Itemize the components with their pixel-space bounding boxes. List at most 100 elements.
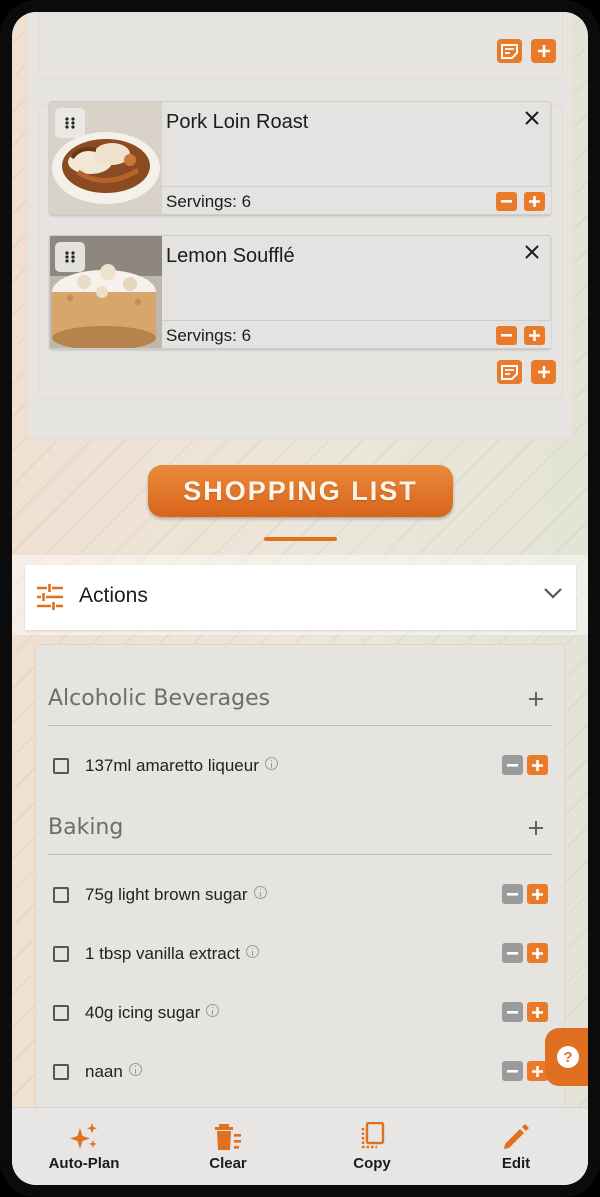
item-label[interactable]: 1 tbsp vanilla extract bbox=[85, 944, 259, 964]
item-label[interactable]: naan bbox=[85, 1062, 142, 1082]
item-label[interactable]: 75g light brown sugar bbox=[85, 885, 267, 905]
clear-button[interactable]: Clear bbox=[156, 1108, 300, 1185]
increase-quantity-button[interactable] bbox=[527, 1002, 548, 1022]
add-recipe-button[interactable] bbox=[531, 360, 556, 384]
increase-quantity-button[interactable] bbox=[527, 884, 548, 904]
close-icon bbox=[525, 245, 539, 259]
list-item: 75g light brown sugar bbox=[48, 881, 552, 911]
item-checkbox[interactable] bbox=[53, 1005, 69, 1021]
minus-icon bbox=[507, 763, 518, 767]
minus-icon bbox=[507, 892, 518, 896]
drag-handle[interactable] bbox=[55, 242, 85, 272]
decrease-quantity-button[interactable] bbox=[502, 1002, 523, 1022]
chevron-down-icon bbox=[544, 588, 562, 599]
item-checkbox[interactable] bbox=[53, 887, 69, 903]
decrease-servings-button[interactable] bbox=[496, 192, 517, 211]
minus-icon bbox=[501, 334, 512, 337]
help-button[interactable]: ? bbox=[545, 1028, 588, 1086]
add-note-button[interactable] bbox=[497, 360, 522, 384]
copy-button[interactable]: Copy bbox=[300, 1108, 444, 1185]
bottom-toolbar: Auto-Plan Clear Copy Edit bbox=[12, 1107, 588, 1185]
recipe-servings-bar: Servings: 6 bbox=[162, 186, 551, 214]
edit-button[interactable]: Edit bbox=[444, 1108, 588, 1185]
shopping-list-heading: SHOPPING LIST bbox=[183, 475, 418, 506]
increase-servings-button[interactable] bbox=[524, 192, 545, 211]
add-item-button[interactable] bbox=[526, 689, 546, 709]
recipe-card[interactable]: Pork Loin Roast Servings: 6 bbox=[49, 101, 551, 215]
banner-underline bbox=[264, 537, 337, 541]
recipe-title[interactable]: Lemon Soufflé bbox=[166, 245, 295, 268]
plus-icon bbox=[529, 821, 543, 835]
plus-icon bbox=[537, 45, 550, 57]
actions-label: Actions bbox=[79, 584, 148, 607]
shopping-list-panel: Alcoholic Beverages 137ml amaretto lique… bbox=[35, 644, 565, 1185]
drag-grip-icon bbox=[65, 117, 75, 129]
item-checkbox[interactable] bbox=[53, 758, 69, 774]
increase-servings-button[interactable] bbox=[524, 326, 545, 345]
actions-accordion[interactable]: Actions bbox=[25, 565, 576, 630]
copy-icon bbox=[361, 1122, 385, 1149]
increase-quantity-button[interactable] bbox=[527, 943, 548, 963]
nav-label: Edit bbox=[501, 1155, 531, 1172]
info-icon[interactable] bbox=[206, 1004, 220, 1017]
list-item: 1 tbsp vanilla extract bbox=[48, 940, 552, 970]
plus-icon bbox=[532, 888, 543, 900]
servings-label: Servings: 6 bbox=[166, 192, 252, 211]
plus-icon bbox=[529, 196, 540, 207]
minus-icon bbox=[501, 200, 512, 203]
device-frame: Pork Loin Roast Servings: 6 Lemon Souffl… bbox=[0, 0, 600, 1197]
info-icon[interactable] bbox=[245, 945, 259, 958]
plus-icon bbox=[529, 330, 540, 341]
increase-quantity-button[interactable] bbox=[527, 755, 548, 775]
add-note-button[interactable] bbox=[497, 39, 522, 63]
category-divider bbox=[48, 725, 552, 726]
trash-icon bbox=[215, 1124, 241, 1150]
decrease-quantity-button[interactable] bbox=[502, 884, 523, 904]
close-icon bbox=[525, 111, 539, 125]
drag-handle[interactable] bbox=[55, 108, 85, 138]
list-item: 40g icing sugar bbox=[48, 999, 552, 1029]
plus-icon bbox=[529, 692, 543, 706]
info-icon[interactable] bbox=[128, 1063, 142, 1076]
meal-slot-previous bbox=[39, 12, 563, 79]
app-screen: Pork Loin Roast Servings: 6 Lemon Souffl… bbox=[12, 12, 588, 1185]
minus-icon bbox=[507, 1069, 518, 1073]
note-icon bbox=[501, 43, 518, 59]
item-checkbox[interactable] bbox=[53, 946, 69, 962]
auto-plan-button[interactable]: Auto-Plan bbox=[12, 1108, 156, 1185]
item-checkbox[interactable] bbox=[53, 1064, 69, 1080]
category-divider bbox=[48, 854, 552, 855]
shopping-list-banner: SHOPPING LIST bbox=[148, 465, 453, 517]
list-item: naan bbox=[48, 1058, 552, 1088]
nav-label: Clear bbox=[209, 1155, 247, 1172]
recipe-servings-bar: Servings: 6 bbox=[162, 320, 551, 348]
remove-recipe-button[interactable] bbox=[522, 242, 542, 262]
info-icon[interactable] bbox=[264, 757, 278, 770]
plus-icon bbox=[532, 1065, 543, 1077]
plus-icon bbox=[532, 1006, 543, 1018]
add-item-button[interactable] bbox=[526, 818, 546, 838]
recipe-card[interactable]: Lemon Soufflé Servings: 6 bbox=[49, 235, 551, 349]
decrease-quantity-button[interactable] bbox=[502, 943, 523, 963]
recipe-title[interactable]: Pork Loin Roast bbox=[166, 111, 308, 134]
item-label[interactable]: 40g icing sugar bbox=[85, 1003, 220, 1023]
sliders-icon bbox=[37, 584, 63, 610]
category-title: Alcoholic Beverages bbox=[48, 686, 271, 711]
decrease-quantity-button[interactable] bbox=[502, 1061, 523, 1081]
question-icon: ? bbox=[557, 1046, 579, 1068]
category-title: Baking bbox=[48, 815, 124, 840]
meal-plan-day-card bbox=[26, 12, 574, 440]
remove-recipe-button[interactable] bbox=[522, 108, 542, 128]
item-label[interactable]: 137ml amaretto liqueur bbox=[85, 756, 278, 776]
note-icon bbox=[501, 364, 518, 380]
nav-label: Copy bbox=[353, 1155, 391, 1172]
servings-label: Servings: 6 bbox=[166, 326, 252, 345]
info-icon[interactable] bbox=[253, 886, 267, 899]
decrease-quantity-button[interactable] bbox=[502, 755, 523, 775]
nav-label: Auto-Plan bbox=[48, 1155, 120, 1172]
decrease-servings-button[interactable] bbox=[496, 326, 517, 345]
add-recipe-button[interactable] bbox=[531, 39, 556, 63]
list-item: 137ml amaretto liqueur bbox=[48, 752, 552, 782]
sparkles-icon bbox=[70, 1123, 97, 1149]
plus-icon bbox=[532, 947, 543, 959]
